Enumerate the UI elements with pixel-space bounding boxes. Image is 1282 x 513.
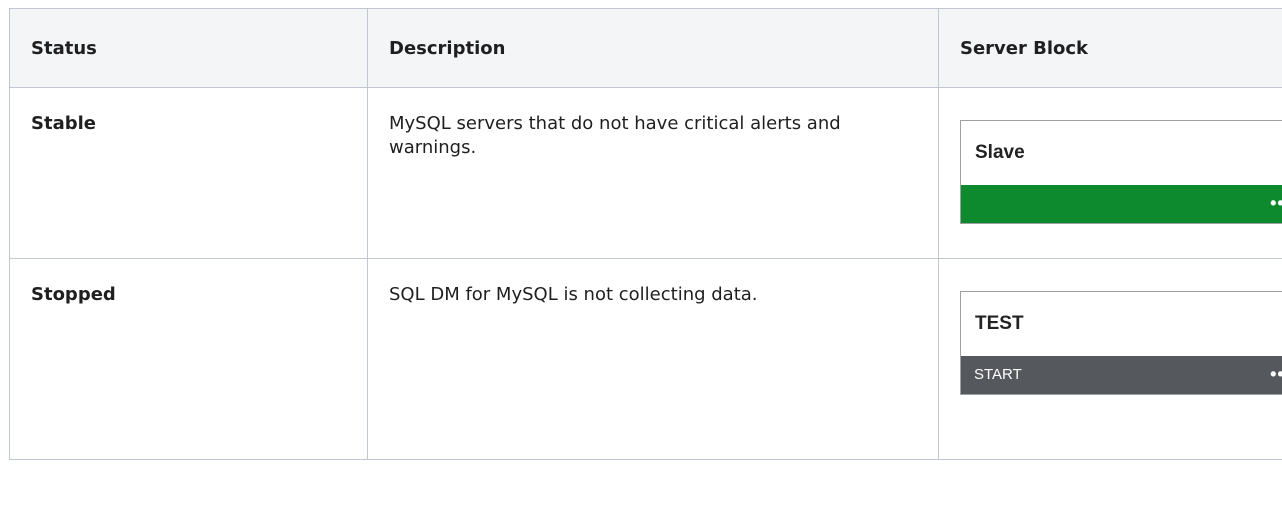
server-block-cell: TEST START ••• xyxy=(938,258,1282,460)
ellipsis-icon[interactable]: ••• xyxy=(1270,185,1282,221)
description-cell: SQL DM for MySQL is not collecting data. xyxy=(367,258,939,460)
description-text: MySQL servers that do not have critical … xyxy=(389,113,841,158)
status-table: Status Description Server Block Stable M… xyxy=(9,8,1282,460)
description-text: SQL DM for MySQL is not collecting data. xyxy=(389,284,758,305)
description-cell: MySQL servers that do not have critical … xyxy=(367,87,939,259)
status-label: Stopped xyxy=(31,284,116,305)
table-row: Stopped SQL DM for MySQL is not collecti… xyxy=(9,258,1282,460)
status-bar: ••• xyxy=(961,185,1282,223)
server-block-cell: Slave ••• xyxy=(938,87,1282,259)
header-status: Status xyxy=(9,8,368,88)
header-row: Status Description Server Block xyxy=(9,8,1282,88)
server-block-slave[interactable]: Slave ••• xyxy=(960,120,1282,224)
status-label: Stable xyxy=(31,113,96,134)
server-name: TEST xyxy=(975,313,1024,334)
table-row: Stable MySQL servers that do not have cr… xyxy=(9,87,1282,259)
start-button[interactable]: START xyxy=(974,356,1022,394)
server-block-test[interactable]: TEST START ••• xyxy=(960,291,1282,395)
server-name: Slave xyxy=(975,142,1025,163)
header-description: Description xyxy=(367,8,939,88)
ellipsis-icon[interactable]: ••• xyxy=(1270,356,1282,392)
header-server-block: Server Block xyxy=(938,8,1282,88)
status-cell: Stopped xyxy=(9,258,368,460)
status-cell: Stable xyxy=(9,87,368,259)
status-bar: START ••• xyxy=(961,356,1282,394)
